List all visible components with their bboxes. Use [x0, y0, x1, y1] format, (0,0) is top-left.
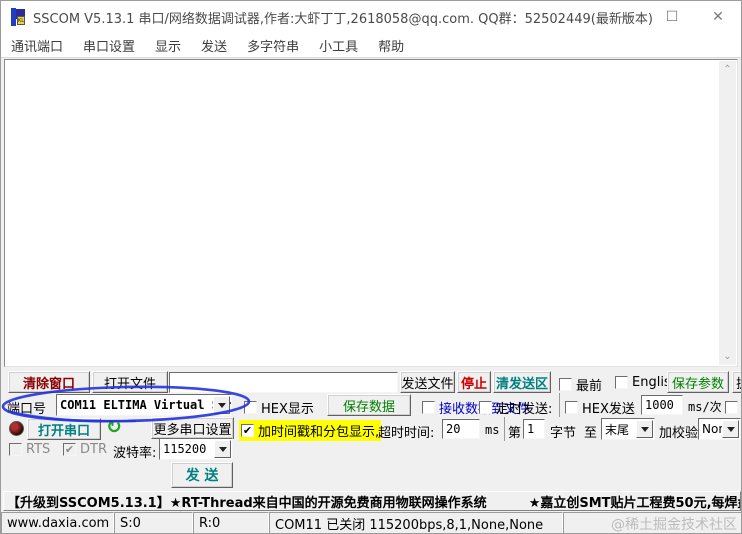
to-label: 至	[584, 426, 598, 441]
topmost-checkbox[interactable]: 最前	[559, 375, 602, 394]
open-file-button[interactable]: 打开文件	[92, 371, 168, 393]
window-title: SSCOM V5.13.1 串口/网络数据调试器,作者:大虾丁丁,2618058…	[33, 11, 653, 27]
timestamp-checkbox[interactable]: ✔ 加时间戳和分包显示,	[239, 420, 382, 441]
save-params-button[interactable]: 保存参数	[667, 371, 729, 393]
open-port-button[interactable]: 打开串口	[27, 418, 101, 440]
checksum-dropdown-arrow-icon[interactable]	[722, 420, 739, 438]
app-icon: KL	[9, 8, 27, 26]
receive-text-area[interactable]: ⌃ ⌄	[4, 59, 738, 367]
extend-button[interactable]: 扩展	[732, 371, 741, 393]
more-serial-settings-button[interactable]: 更多串口设置	[151, 417, 234, 439]
hex-display-checkbox[interactable]: HEX显示	[244, 398, 314, 417]
interval-input[interactable]: 1000	[641, 395, 683, 415]
port-select[interactable]: COM11 ELTIMA Virtual Seria	[56, 394, 232, 416]
dtr-checkbox[interactable]: ✔ DTR	[63, 442, 107, 457]
hex-send-checkbox-box[interactable]	[565, 401, 578, 414]
topmost-checkbox-box[interactable]	[559, 378, 572, 391]
menu-bar: 通讯端口 串口设置 显示 发送 多字符串 小工具 帮助 PCB打样那家强？	[1, 33, 741, 521]
timed-send-checkbox[interactable]: 定时发送:	[479, 398, 552, 417]
send-file-button[interactable]: 发送文件	[400, 371, 455, 393]
clear-send-area-button[interactable]: 清发送区	[493, 371, 551, 393]
baud-select[interactable]: 115200	[159, 438, 233, 460]
port-label: 端口号	[7, 402, 47, 417]
watermark: @稀土掘金技术社区	[611, 517, 737, 533]
baud-value: 115200	[163, 442, 207, 456]
menu-multistring[interactable]: 多字符串	[237, 36, 309, 55]
rts-checkbox[interactable]: RTS	[9, 442, 50, 457]
checksum-select[interactable]: None	[698, 418, 741, 440]
baud-label: 波特率:	[113, 446, 157, 461]
divider	[504, 417, 505, 441]
menu-display[interactable]: 显示	[145, 36, 191, 55]
menu-help[interactable]: 帮助	[368, 36, 414, 55]
title-bar: KL SSCOM V5.13.1 串口/网络数据调试器,作者:大虾丁丁,2618…	[1, 1, 741, 33]
byte-to-dropdown-arrow-icon[interactable]	[636, 420, 653, 438]
rtthread-promo[interactable]: ★RT-Thread来自中国的开源免费商用物联网操作系统	[170, 492, 487, 511]
status-website[interactable]: www.daxia.com	[1, 512, 114, 533]
timestamp-label: 加时间戳和分包显示,	[258, 425, 380, 440]
timeout-input[interactable]: 20	[442, 419, 480, 439]
timed-send-label: 定时发送:	[496, 402, 553, 417]
receive-scrollbar[interactable]: ⌃ ⌄	[719, 61, 736, 365]
hex-send-checkbox[interactable]: HEX发送	[565, 398, 635, 417]
divider	[559, 393, 560, 417]
checksum-label: 加校验	[659, 426, 699, 441]
scroll-down-icon[interactable]: ⌄	[719, 348, 736, 365]
dtr-label: DTR	[80, 442, 107, 457]
status-received-count: R:0	[193, 512, 269, 533]
refresh-ports-icon[interactable]: ↻	[106, 416, 122, 438]
save-data-button[interactable]: 保存数据	[327, 394, 411, 416]
app-window: KL SSCOM V5.13.1 串口/网络数据调试器,作者:大虾丁丁,2618…	[0, 0, 742, 534]
port-dropdown-arrow-icon[interactable]	[213, 396, 230, 414]
byte-label: 字节	[550, 426, 577, 441]
jlc-promo[interactable]: ★嘉立创SMT贴片工程费50元,每焊盘1分钱!	[529, 492, 740, 511]
menu-serial-settings[interactable]: 串口设置	[73, 36, 145, 55]
file-path-input[interactable]	[169, 372, 398, 393]
add-crlf-checkbox-box[interactable]	[725, 401, 738, 414]
baud-dropdown-arrow-icon[interactable]	[214, 440, 231, 458]
hex-send-label: HEX发送	[582, 402, 635, 417]
add-crlf-checkbox[interactable]: 加回车	[725, 398, 741, 417]
byte-to-value: 末尾	[605, 422, 630, 437]
port-status-led-icon	[9, 421, 24, 436]
send-button[interactable]: 发 送	[171, 462, 233, 488]
recv-to-file-checkbox-box[interactable]	[422, 401, 435, 414]
timestamp-checkbox-box[interactable]: ✔	[241, 424, 254, 437]
hex-display-label: HEX显示	[261, 402, 314, 417]
menu-comm-port[interactable]: 通讯端口	[1, 36, 73, 55]
rts-label: RTS	[26, 442, 51, 457]
status-port-state: COM11 已关闭 115200bps,8,1,None,None	[269, 512, 563, 533]
minimize-button[interactable]: —	[603, 1, 649, 33]
close-button[interactable]: ✕	[695, 1, 741, 33]
upgrade-notice[interactable]: 【升级到SSCOM5.13.1】	[7, 492, 170, 511]
rts-checkbox-box[interactable]	[9, 443, 22, 456]
port-select-value: COM11 ELTIMA Virtual Seria	[60, 398, 232, 412]
topmost-label: 最前	[576, 379, 603, 394]
timeout-label: 超时时间:	[378, 426, 435, 441]
menu-tools[interactable]: 小工具	[309, 36, 368, 55]
byte-to-select[interactable]: 末尾	[601, 418, 655, 440]
menu-send[interactable]: 发送	[191, 36, 237, 55]
interval-unit-label: ms/次	[688, 400, 722, 414]
clear-window-button[interactable]: 清除窗口	[8, 371, 90, 393]
hex-display-checkbox-box[interactable]	[244, 401, 257, 414]
stop-button[interactable]: 停止	[457, 371, 491, 393]
english-checkbox-box[interactable]	[615, 376, 628, 389]
scroll-up-icon[interactable]: ⌃	[719, 61, 736, 78]
status-banner: 【升级到SSCOM5.13.1】 ★RT-Thread来自中国的开源免费商用物联…	[3, 491, 741, 511]
timeout-unit-label: ms	[485, 423, 500, 437]
status-sent-count: S:0	[114, 512, 193, 533]
timed-send-checkbox-box[interactable]	[479, 401, 492, 414]
byte-prefix-label: 第	[508, 426, 522, 441]
control-panel: 清除窗口 打开文件 发送文件 停止 清发送区 最前 English 保存参数 扩…	[1, 368, 741, 491]
maximize-button[interactable]: ☐	[649, 1, 695, 33]
byte-from-input[interactable]: 1	[523, 419, 545, 439]
dtr-checkbox-box[interactable]: ✔	[63, 443, 76, 456]
